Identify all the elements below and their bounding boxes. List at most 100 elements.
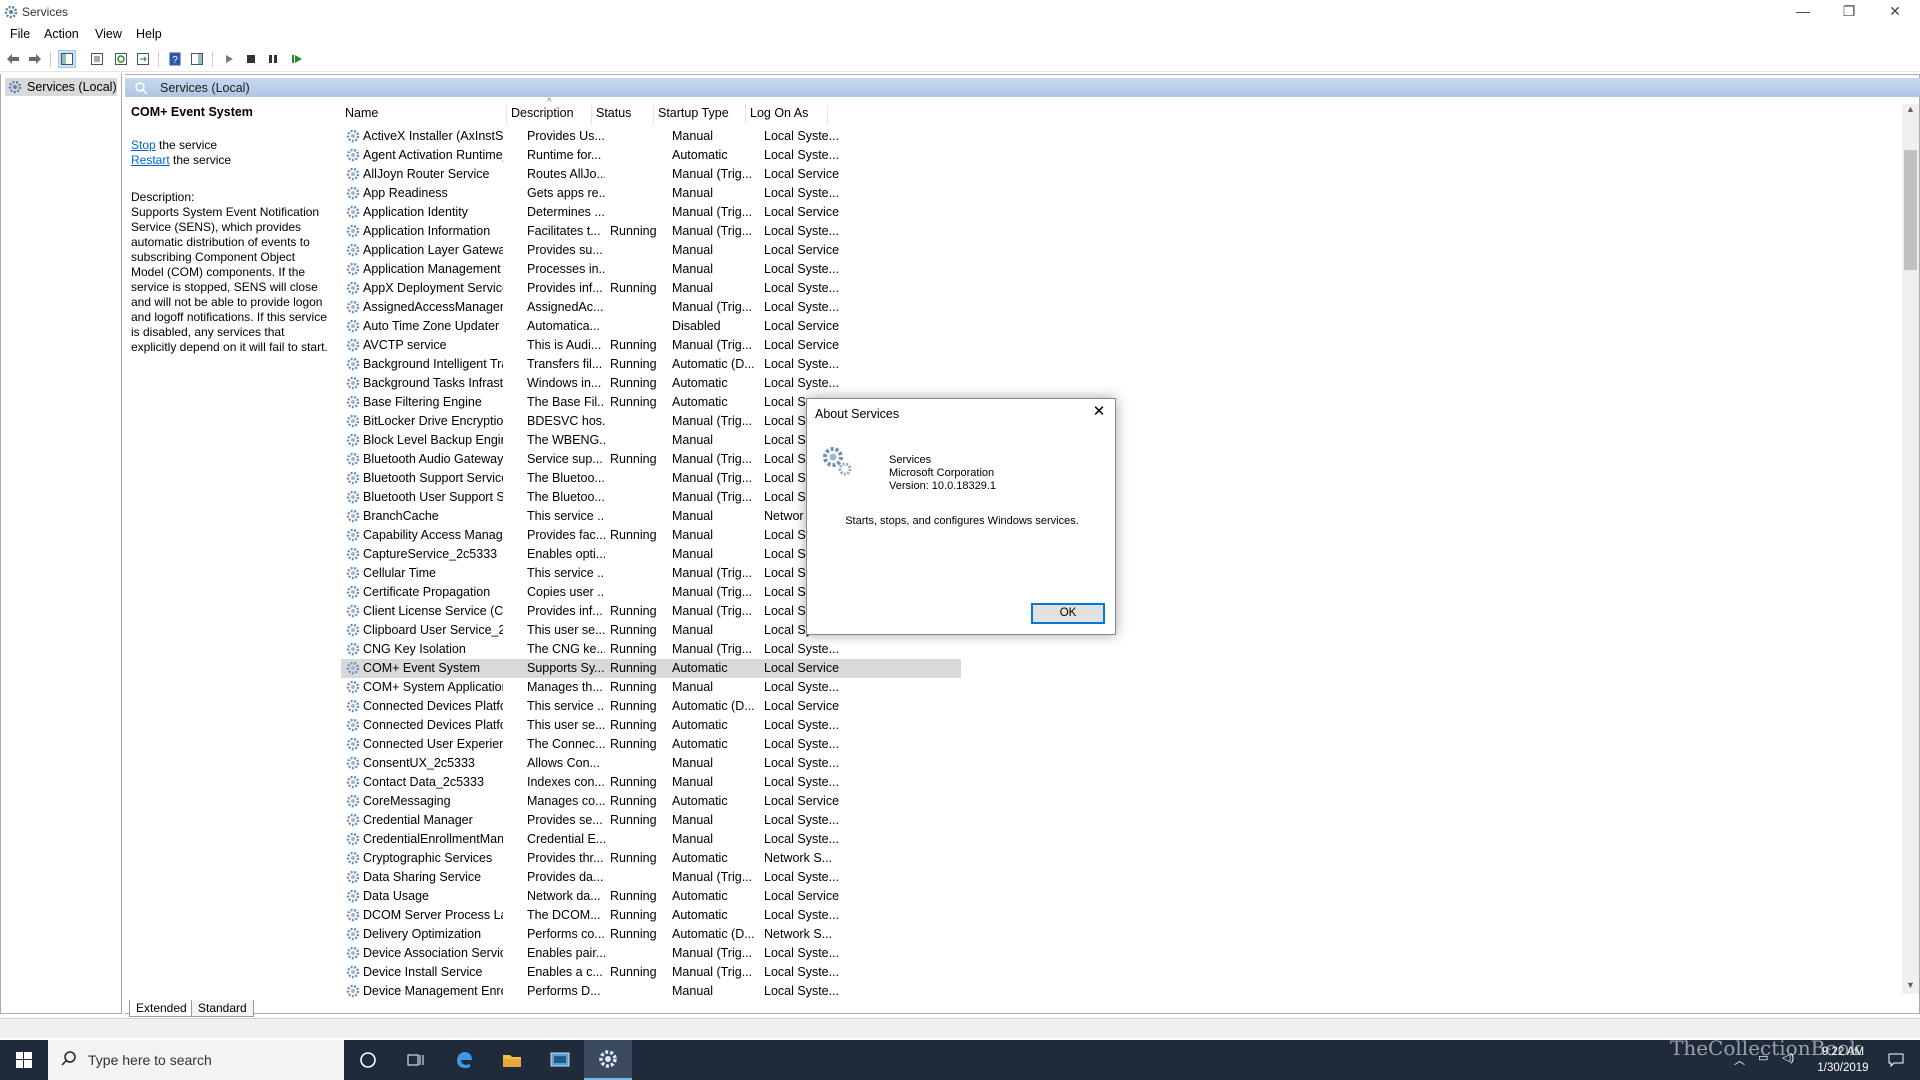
edge-browser-icon[interactable] xyxy=(440,1040,488,1080)
table-row[interactable]: COM+ Event System Supports Sy... Running Au… xyxy=(341,659,961,678)
service-name: Capability Access Manager ... xyxy=(363,528,503,542)
dialog-close-icon[interactable]: ✕ xyxy=(1089,402,1109,422)
table-row[interactable]: Application Management Processes in... Man… xyxy=(341,260,961,279)
service-description: Provides da... xyxy=(527,870,604,884)
table-row[interactable]: AVCTP service This is Audi... Running Manua… xyxy=(341,336,961,355)
table-row[interactable]: Connected Devices Platfor... This user se… xyxy=(341,716,961,735)
table-row[interactable]: Background Tasks Infrastru... Windows in.… xyxy=(341,374,961,393)
service-gear-icon xyxy=(346,946,360,960)
table-row[interactable]: Contact Data_2c5333 Indexes con... Running… xyxy=(341,773,961,792)
minimize-button[interactable]: — xyxy=(1780,0,1826,24)
table-row[interactable]: Device Management Enroll... Performs D...… xyxy=(341,982,961,1001)
table-row[interactable]: DCOM Server Process Laun... The DCOM... Ru… xyxy=(341,906,961,925)
service-name: Credential Manager xyxy=(363,813,473,827)
column-header-name[interactable]: Name xyxy=(341,105,507,125)
service-log-on-as: Local Syste... xyxy=(764,186,840,200)
table-row[interactable]: COM+ System Application Manages th... Runn… xyxy=(341,678,961,697)
table-row[interactable]: AppX Deployment Service (... Provides inf… xyxy=(341,279,961,298)
table-row[interactable]: Background Intelligent Tran... Transfers … xyxy=(341,355,961,374)
menu-view[interactable]: View xyxy=(95,27,122,41)
table-row[interactable]: ActiveX Installer (AxInstSV) Provides Us.… xyxy=(341,127,961,146)
column-header-log-on-as[interactable]: Log On As xyxy=(746,105,828,125)
restart-service-link[interactable]: Restart xyxy=(131,153,170,167)
properties-icon[interactable] xyxy=(88,50,106,68)
service-description: The DCOM... xyxy=(527,908,601,922)
restart-service-icon[interactable] xyxy=(288,50,306,68)
tree-item-label: Services (Local) xyxy=(27,80,117,94)
service-log-on-as: Local Syste... xyxy=(764,718,840,732)
table-row[interactable]: CNG Key Isolation The CNG ke... Running Man… xyxy=(341,640,961,659)
pause-service-icon[interactable] xyxy=(264,50,282,68)
column-header-startup-type[interactable]: Startup Type xyxy=(654,105,746,125)
close-window-button[interactable]: ✕ xyxy=(1872,0,1918,24)
stop-service-icon[interactable] xyxy=(242,50,260,68)
service-status: Running xyxy=(610,718,657,732)
stop-service-link[interactable]: Stop xyxy=(131,138,156,152)
table-row[interactable]: App Readiness Gets apps re... Manual Local … xyxy=(341,184,961,203)
service-description: This service ... xyxy=(527,566,605,580)
table-row[interactable]: Device Association Service Enables pair..… xyxy=(341,944,961,963)
table-row[interactable]: CredentialEnrollmentMana... Credential E.… xyxy=(341,830,961,849)
menu-file[interactable]: File xyxy=(10,27,30,41)
computer-management-icon[interactable] xyxy=(536,1040,584,1080)
start-windows-icon[interactable] xyxy=(0,1040,48,1080)
table-row[interactable]: Connected User Experience... The Connec..… xyxy=(341,735,961,754)
vertical-scrollbar[interactable]: ▲ ▼ xyxy=(1902,104,1919,994)
table-row[interactable]: Agent Activation Runtime_... Runtime for.… xyxy=(341,146,961,165)
forward-arrow-icon[interactable] xyxy=(26,50,44,68)
service-startup-type: Automatic xyxy=(672,889,728,903)
table-row[interactable]: Data Sharing Service Provides da... Manual… xyxy=(341,868,961,887)
table-row[interactable]: ConsentUX_2c5333 Allows Con... Manual Local… xyxy=(341,754,961,773)
scroll-down-arrow-icon[interactable]: ▼ xyxy=(1902,980,1919,994)
tab-extended[interactable]: Extended xyxy=(129,1000,194,1017)
scroll-thumb[interactable] xyxy=(1904,150,1917,270)
service-name: COM+ Event System xyxy=(363,661,481,675)
table-row[interactable]: Data Usage Network da... Running Automatic L… xyxy=(341,887,961,906)
refresh-icon[interactable] xyxy=(112,50,130,68)
taskbar-search-box[interactable]: Type here to search xyxy=(48,1040,344,1080)
service-log-on-as: Local Syste... xyxy=(764,281,840,295)
table-row[interactable]: Connected Devices Platfor... This service… xyxy=(341,697,961,716)
table-row[interactable]: Application Information Facilitates t... R… xyxy=(341,222,961,241)
service-status: Running xyxy=(610,908,657,922)
export-list-icon[interactable] xyxy=(134,50,152,68)
menu-action[interactable]: Action xyxy=(44,27,79,41)
service-startup-type: Manual xyxy=(672,680,713,694)
start-service-icon[interactable] xyxy=(220,50,238,68)
service-startup-type: Manual (Trig... xyxy=(672,300,753,314)
table-row[interactable]: AllJoyn Router Service Routes AllJo... Man… xyxy=(341,165,961,184)
table-row[interactable]: CoreMessaging Manages co... Running Automat… xyxy=(341,792,961,811)
restore-button[interactable]: ❐ xyxy=(1826,0,1872,24)
menu-help[interactable]: Help xyxy=(136,27,162,41)
service-name: Bluetooth Support Service xyxy=(363,471,503,485)
table-row[interactable]: Delivery Optimization Performs co... Runni… xyxy=(341,925,961,944)
service-description: Provides inf... xyxy=(527,604,603,618)
services-taskbar-button[interactable] xyxy=(584,1040,632,1080)
table-row[interactable]: Application Identity Determines ... Manual… xyxy=(341,203,961,222)
service-gear-icon xyxy=(346,661,360,675)
task-view-icon[interactable] xyxy=(392,1040,440,1080)
table-row[interactable]: AssignedAccessManager Se... AssignedAc...… xyxy=(341,298,961,317)
table-row[interactable]: Device Install Service Enables a c... Runn… xyxy=(341,963,961,982)
table-row[interactable]: Auto Time Zone Updater Automatica... Disab… xyxy=(341,317,961,336)
service-startup-type: Manual (Trig... xyxy=(672,338,753,352)
column-header-description[interactable]: Description xyxy=(507,105,592,125)
back-arrow-icon[interactable] xyxy=(4,50,22,68)
tree-item-services-local[interactable]: Services (Local) xyxy=(5,78,117,96)
cortana-circle-icon[interactable] xyxy=(344,1040,392,1080)
help-icon[interactable]: ? xyxy=(166,50,184,68)
table-row[interactable]: Cryptographic Services Provides thr... Run… xyxy=(341,849,961,868)
file-explorer-icon[interactable] xyxy=(488,1040,536,1080)
service-name: ConsentUX_2c5333 xyxy=(363,756,475,770)
scroll-up-arrow-icon[interactable]: ▲ xyxy=(1902,104,1919,118)
show-hide-console-tree-icon[interactable] xyxy=(58,50,76,68)
table-row[interactable]: Credential Manager Provides se... Running M… xyxy=(341,811,961,830)
service-startup-type: Manual xyxy=(672,243,713,257)
tab-standard[interactable]: Standard xyxy=(191,1000,254,1017)
ok-button[interactable]: OK xyxy=(1031,603,1105,624)
service-log-on-as: Local Syste... xyxy=(764,148,840,162)
column-header-status[interactable]: Status xyxy=(592,105,654,125)
table-row[interactable]: Application Layer Gateway ... Provides su… xyxy=(341,241,961,260)
service-log-on-as: Local Syste... xyxy=(764,832,840,846)
show-action-pane-icon[interactable] xyxy=(188,50,206,68)
